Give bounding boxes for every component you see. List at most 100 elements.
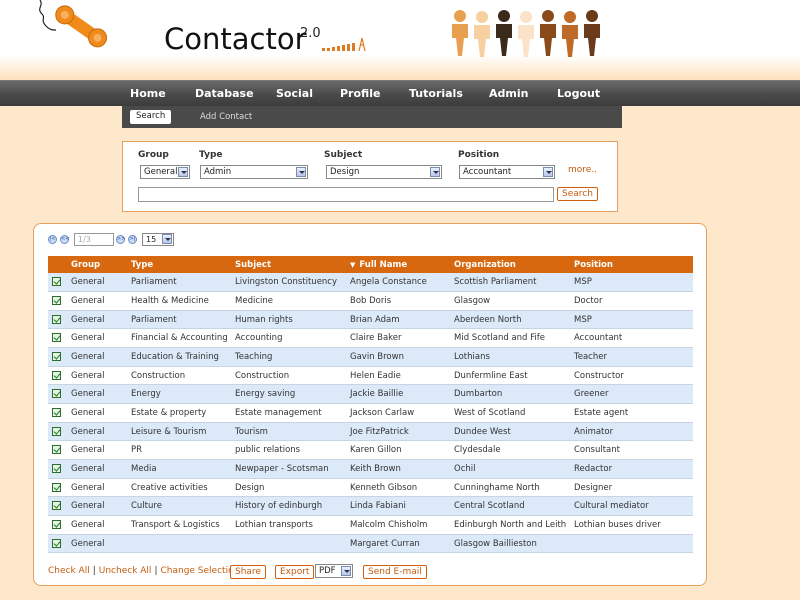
cell-type: Health & Medicine (127, 291, 231, 311)
page-size-select[interactable]: 15 (142, 233, 174, 246)
row-checkbox[interactable] (52, 295, 61, 305)
filter-panel: Group Type Subject Position General Admi… (122, 141, 618, 212)
row-checkbox-cell (48, 515, 67, 535)
export-button[interactable]: Export (275, 565, 315, 579)
table-row[interactable]: General Parliament Livingston Constituency… (48, 273, 693, 293)
first-page-icon[interactable]: |< (48, 235, 57, 244)
table-row[interactable]: General Construction Construction Helen Ead… (48, 366, 693, 386)
cell-group: General (67, 273, 127, 293)
row-checkbox[interactable] (52, 463, 61, 473)
table-row[interactable]: General Financial & Accounting Accounting C… (48, 328, 693, 349)
column-header-position[interactable]: Position (570, 256, 693, 273)
cell-subject: Construction (231, 366, 346, 386)
sort-desc-icon: ▼ (350, 260, 356, 269)
cell-full-name: Jackie Baillie (346, 384, 450, 405)
row-checkbox[interactable] (52, 519, 61, 529)
cell-position: Greener (570, 384, 693, 405)
table-row[interactable]: General Health & Medicine Medicine Bob Dori… (48, 291, 693, 311)
subject-select[interactable]: Design (326, 165, 442, 179)
subnav-search[interactable]: Search (130, 110, 172, 124)
cell-full-name: Helen Eadie (346, 366, 450, 386)
search-input[interactable] (138, 187, 554, 202)
row-checkbox-cell (48, 384, 67, 405)
table-row[interactable]: General Media Newpaper - Scotsman Keith Bro… (48, 459, 693, 479)
column-header-full-name[interactable]: ▼ Full Name (346, 256, 450, 273)
position-label: Position (458, 150, 500, 160)
row-checkbox-cell (48, 403, 67, 423)
row-checkbox[interactable] (52, 370, 61, 380)
row-checkbox-cell (48, 422, 67, 442)
cell-position: Constructor (570, 366, 693, 386)
nav-profile[interactable]: Profile (340, 87, 380, 100)
cell-type: Estate & property (127, 403, 231, 423)
position-select[interactable]: Accountant (459, 165, 555, 179)
cell-position: Designer (570, 478, 693, 498)
row-checkbox[interactable] (52, 407, 61, 417)
cell-subject: Estate management (231, 403, 346, 423)
column-header-organization[interactable]: Organization (450, 256, 570, 273)
table-row[interactable]: General PR public relations Karen Gillon Cly… (48, 440, 693, 461)
row-checkbox[interactable] (52, 389, 61, 399)
cell-organization: Ochil (450, 459, 570, 479)
cell-type: Energy (127, 384, 231, 405)
cell-subject: Livingston Constituency (231, 273, 346, 293)
table-row[interactable]: General Leisure & Tourism Tourism Joe FitzP… (48, 422, 693, 442)
page-input[interactable]: 1/3 (74, 233, 114, 246)
check-all-link[interactable]: Check All (48, 566, 90, 576)
subnav-add-contact[interactable]: Add Contact (200, 112, 252, 122)
nav-home[interactable]: Home (130, 87, 166, 100)
cell-full-name: Brian Adam (346, 310, 450, 330)
row-checkbox[interactable] (52, 314, 61, 324)
uncheck-all-link[interactable]: Uncheck All (99, 566, 152, 576)
cell-position: Redactor (570, 459, 693, 479)
position-select-value: Accountant (463, 167, 512, 177)
row-checkbox[interactable] (52, 501, 61, 511)
nav-database[interactable]: Database (195, 87, 254, 100)
row-checkbox[interactable] (52, 445, 61, 455)
more-link[interactable]: more.. (568, 165, 597, 175)
cell-type: Education & Training (127, 347, 231, 367)
table-row[interactable]: General Creative activities Design Kenneth … (48, 478, 693, 498)
nav-logout[interactable]: Logout (557, 87, 600, 100)
column-header-type[interactable]: Type (127, 256, 231, 273)
type-select[interactable]: Admin (200, 165, 308, 179)
send-email-button[interactable]: Send E-mail (363, 565, 427, 579)
share-button[interactable]: Share (230, 565, 266, 579)
prev-page-icon[interactable]: << (60, 235, 69, 244)
row-checkbox[interactable] (52, 538, 61, 548)
column-header-full-name-label: Full Name (359, 259, 408, 270)
nav-admin[interactable]: Admin (489, 87, 528, 100)
table-row[interactable]: General Culture History of edinburgh Linda … (48, 496, 693, 517)
group-select[interactable]: General (140, 165, 190, 179)
table-row[interactable]: General Margaret Curran Glasgow Bailliesto… (48, 534, 693, 554)
table-row[interactable]: General Energy Energy saving Jackie Baillie… (48, 384, 693, 405)
cell-group: General (67, 515, 127, 535)
last-page-icon[interactable]: >| (128, 235, 137, 244)
column-header-group[interactable]: Group (67, 256, 127, 273)
table-row[interactable]: General Parliament Human rights Brian Adam A… (48, 310, 693, 330)
column-header-subject[interactable]: Subject (231, 256, 346, 273)
cell-organization: Clydesdale (450, 440, 570, 461)
cell-subject: Teaching (231, 347, 346, 367)
row-checkbox[interactable] (52, 277, 61, 287)
sub-nav: Search Add Contact (122, 106, 622, 128)
nav-social[interactable]: Social (276, 87, 313, 100)
table-row[interactable]: General Estate & property Estate managemen… (48, 403, 693, 423)
next-page-icon[interactable]: >> (116, 235, 125, 244)
nav-tutorials[interactable]: Tutorials (409, 87, 463, 100)
cell-subject: Newpaper - Scotsman (231, 459, 346, 479)
signal-bars-icon (322, 37, 366, 52)
row-checkbox[interactable] (52, 351, 61, 361)
row-checkbox[interactable] (52, 333, 61, 343)
chevron-down-icon (543, 167, 553, 177)
row-checkbox-cell (48, 459, 67, 479)
row-checkbox[interactable] (52, 426, 61, 436)
table-row[interactable]: General Education & Training Teaching Gavin… (48, 347, 693, 367)
subject-label: Subject (324, 150, 363, 160)
chevron-down-icon (296, 167, 306, 177)
change-selection-link[interactable]: Change Selection (160, 566, 239, 576)
row-checkbox[interactable] (52, 482, 61, 492)
search-button[interactable]: Search (557, 187, 598, 201)
export-format-select[interactable]: PDF (315, 564, 353, 578)
table-row[interactable]: General Transport & Logistics Lothian tran… (48, 515, 693, 535)
